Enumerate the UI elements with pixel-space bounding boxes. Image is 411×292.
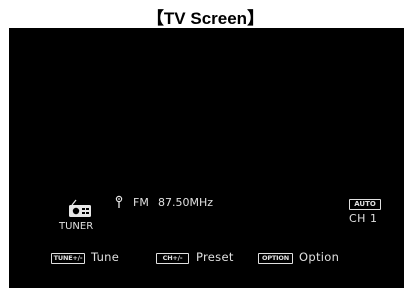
preset-key-icon[interactable]: CH+/- <box>156 253 189 264</box>
frequency-display: 87.50MHz <box>158 196 214 209</box>
radio-icon <box>69 199 91 217</box>
channel-display: CH 1 <box>349 212 378 225</box>
caption-title: 【TV Screen】 <box>146 9 265 28</box>
band-label: FM <box>133 196 149 209</box>
tune-label: Tune <box>91 250 120 264</box>
source-label: TUNER <box>59 221 94 232</box>
preset-label: Preset <box>196 250 234 264</box>
auto-mode-badge: AUTO <box>349 199 381 210</box>
tv-screen: TUNER FM 87.50MHz AUTO CH 1 TUNE+/- Tune… <box>9 28 404 288</box>
option-key-icon[interactable]: OPTION <box>258 253 293 264</box>
tune-key-icon[interactable]: TUNE+/- <box>51 253 85 264</box>
option-label: Option <box>299 250 340 264</box>
antenna-icon <box>115 195 123 208</box>
